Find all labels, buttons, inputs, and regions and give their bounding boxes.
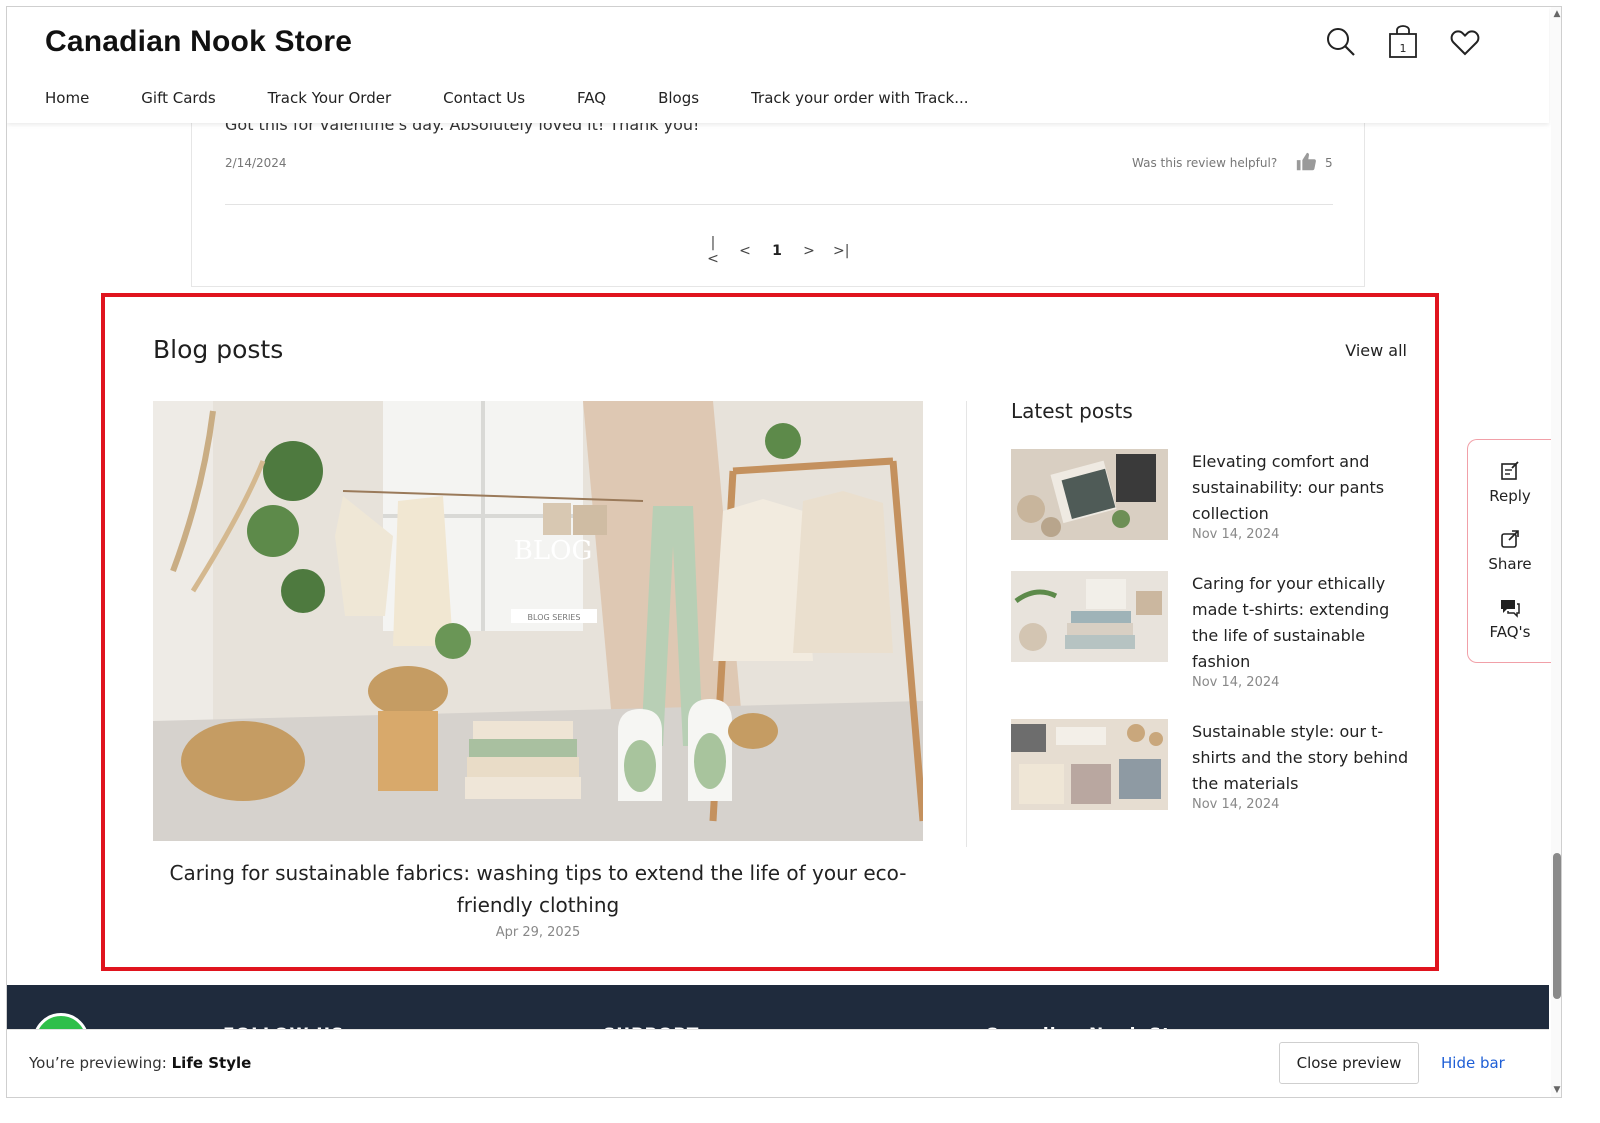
featured-post-date: Apr 29, 2025	[495, 925, 581, 940]
latest-post-title[interactable]: Caring for your ethically made t-shirts:…	[1192, 571, 1412, 675]
featured-image-tag: BLOG SERIES	[528, 613, 581, 622]
blog-posts-section: Blog posts View all BLOG BLOG SERIES Car…	[101, 293, 1439, 971]
latest-post-date: Nov 14, 2024	[1192, 797, 1280, 812]
pager-current-page[interactable]: 1	[769, 243, 785, 259]
scroll-up-arrow-icon[interactable]: ▲	[1553, 9, 1561, 19]
latest-post-date: Nov 14, 2024	[1192, 675, 1280, 690]
close-preview-button[interactable]: Close preview	[1279, 1042, 1419, 1084]
page-scrollbar[interactable]: ▲ ▼	[1551, 7, 1561, 1097]
reply-button[interactable]: Reply	[1468, 460, 1552, 505]
cart-count: 1	[1400, 42, 1407, 55]
nav-gift-cards[interactable]: Gift Cards	[141, 89, 215, 107]
store-title[interactable]: Canadian Nook Store	[45, 25, 352, 59]
thumbs-up-icon[interactable]	[1295, 151, 1317, 173]
reply-label: Reply	[1489, 487, 1531, 505]
review-date: 2/14/2024	[225, 156, 287, 170]
theme-preview-bar: You’re previewing: Life Style Close prev…	[7, 1029, 1549, 1097]
review-pagination: |< < 1 > >|	[705, 235, 849, 267]
preview-status: You’re previewing: Life Style	[29, 1054, 251, 1072]
nav-track-with-app[interactable]: Track your order with Track...	[751, 89, 968, 107]
pager-next-button[interactable]: >	[801, 243, 817, 259]
browser-viewport: Got this for valentine's day. Absolutely…	[6, 6, 1562, 1098]
view-all-link[interactable]: View all	[1345, 341, 1407, 360]
pager-prev-button[interactable]: <	[737, 243, 753, 259]
reply-edit-icon	[1501, 461, 1519, 480]
post-thumbnail[interactable]	[1011, 571, 1168, 662]
post-thumbnail[interactable]	[1011, 449, 1168, 540]
latest-post-date: Nov 14, 2024	[1192, 527, 1280, 542]
divider	[225, 204, 1333, 205]
share-label: Share	[1488, 555, 1532, 573]
cart-bag-icon[interactable]: 1	[1387, 25, 1419, 59]
pager-first-button[interactable]: |<	[705, 235, 721, 267]
preview-theme-name: Life Style	[171, 1054, 252, 1072]
nav-home[interactable]: Home	[45, 89, 89, 107]
scrollbar-thumb[interactable]	[1553, 853, 1561, 999]
nav-blogs[interactable]: Blogs	[658, 89, 699, 107]
floating-help-widget: Reply Share FAQ's	[1467, 439, 1551, 663]
share-button[interactable]: Share	[1468, 528, 1552, 573]
scroll-down-arrow-icon[interactable]: ▼	[1553, 1085, 1561, 1095]
preview-prefix: You’re previewing:	[29, 1054, 167, 1072]
post-thumbnail[interactable]	[1011, 719, 1168, 810]
search-icon[interactable]	[1325, 25, 1357, 59]
featured-post-title[interactable]: Caring for sustainable fabrics: washing …	[153, 857, 923, 921]
column-divider	[966, 401, 967, 847]
featured-post-image[interactable]: BLOG BLOG SERIES	[153, 401, 923, 841]
heart-icon[interactable]	[1449, 25, 1481, 59]
latest-post-title[interactable]: Elevating comfort and sustainability: ou…	[1192, 449, 1412, 527]
nav-faq[interactable]: FAQ	[577, 89, 606, 107]
helpful-count: 5	[1325, 156, 1333, 170]
section-title: Blog posts	[153, 335, 284, 364]
share-icon	[1501, 530, 1519, 548]
pager-last-button[interactable]: >|	[833, 243, 849, 259]
hide-bar-link[interactable]: Hide bar	[1441, 1054, 1505, 1072]
latest-post-title[interactable]: Sustainable style: our t-shirts and the …	[1192, 719, 1412, 797]
faqs-button[interactable]: FAQ's	[1468, 596, 1552, 641]
review-helpful-label: Was this review helpful?	[1132, 156, 1278, 170]
faqs-label: FAQ's	[1489, 623, 1531, 641]
featured-image-text: BLOG	[514, 536, 592, 566]
faq-chat-icon	[1501, 600, 1520, 618]
main-nav: Home Gift Cards Track Your Order Contact…	[45, 89, 1021, 107]
latest-posts-title: Latest posts	[1011, 399, 1133, 423]
nav-track-your-order[interactable]: Track Your Order	[268, 89, 391, 107]
nav-contact-us[interactable]: Contact Us	[443, 89, 525, 107]
site-header: Canadian Nook Store 1 Home Gift Cards Tr…	[7, 7, 1549, 123]
